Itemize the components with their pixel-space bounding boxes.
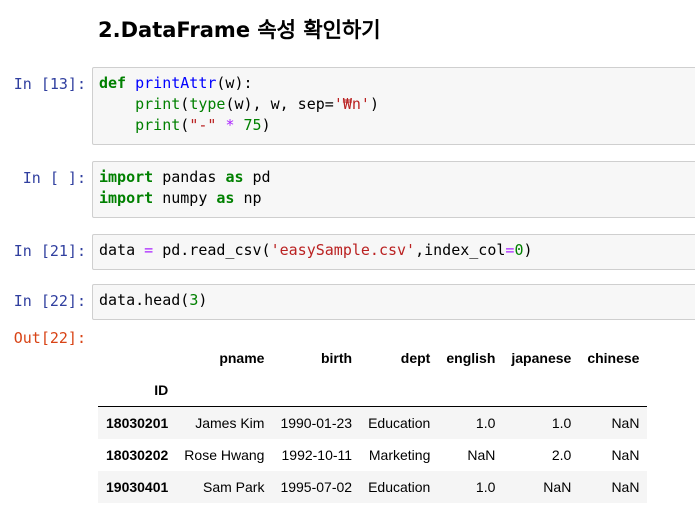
index-name: ID (98, 374, 177, 407)
dataframe-table: pname birth dept english japanese chines… (98, 342, 648, 503)
code-token: = (144, 241, 154, 259)
table-cell: Education (368, 415, 431, 431)
code-cell[interactable]: def printAttr(w): print(type(w), w, sep=… (92, 67, 695, 145)
code-line: print(type(w), w, sep='₩n') (99, 94, 695, 115)
table-cell: Marketing (368, 447, 431, 463)
table-cell: 1.0 (475, 479, 496, 495)
cell-prompt: In [ ]: (22, 169, 86, 187)
table-cell: NaN (467, 447, 496, 463)
table-cell: Rose Hwang (184, 447, 265, 463)
code-token: ) (523, 241, 533, 259)
code-token: data.head( (99, 291, 190, 309)
code-editor[interactable]: data.head(3) (99, 290, 695, 311)
table-cell: NaN (611, 415, 640, 431)
output-prompt: Out[22]: (13, 329, 86, 347)
code-line: data = pd.read_csv('easySample.csv',inde… (99, 240, 695, 261)
code-token: pd (243, 168, 271, 186)
code-token: type (189, 95, 226, 113)
code-token: pd.read_csv( (153, 241, 271, 259)
table-cell: NaN (611, 479, 640, 495)
table-row: 18030202 Rose Hwang 1992-10-11 Marketing… (98, 439, 647, 471)
column-header: english (446, 350, 496, 366)
table-cell: 1.0 (551, 415, 572, 431)
code-token: (w): (216, 74, 253, 92)
code-line: def printAttr(w): (99, 73, 695, 94)
code-line: data.head(3) (99, 290, 695, 311)
code-token: ( (180, 116, 190, 134)
code-editor[interactable]: data = pd.read_csv('easySample.csv',inde… (99, 240, 695, 261)
table-cell: 1992-10-11 (281, 447, 353, 463)
cell-prompt: In [22]: (13, 292, 86, 310)
code-token: import (99, 189, 154, 207)
table-cell: 1.0 (475, 415, 496, 431)
table-row: 18030201 James Kim 1990-01-23 Education … (98, 406, 648, 439)
code-token: ) (369, 95, 379, 113)
row-index: 18030202 (106, 447, 169, 463)
code-token: as (216, 189, 235, 207)
table-cell: NaN (611, 447, 640, 463)
table-cell: NaN (543, 479, 572, 495)
index-header-blank (98, 342, 176, 374)
cell-prompt: In [13]: (13, 75, 86, 93)
column-header: birth (320, 350, 353, 366)
code-token: (w), w, sep= (225, 95, 334, 113)
column-header: pname (219, 350, 265, 366)
code-line: print("-" * 75) (99, 115, 695, 136)
table-cell: Education (368, 479, 431, 495)
code-token: import (99, 168, 154, 186)
code-token: 3 (189, 291, 199, 309)
code-token: as (225, 168, 244, 186)
code-token: data (99, 241, 145, 259)
code-token: ) (261, 116, 271, 134)
code-token: print (135, 116, 181, 134)
code-token: printAttr (135, 74, 217, 92)
code-token: 'easySample.csv' (270, 241, 416, 259)
column-header: dept (400, 350, 431, 366)
code-cell[interactable]: data = pd.read_csv('easySample.csv',inde… (92, 234, 695, 270)
code-token: '₩n' (333, 95, 370, 113)
code-token: numpy (153, 189, 217, 207)
row-index: 19030401 (106, 479, 169, 495)
code-token: np (234, 189, 262, 207)
code-cell[interactable]: data.head(3) (92, 284, 695, 320)
code-line: import numpy as np (99, 188, 695, 209)
column-header: japanese (511, 350, 572, 366)
code-token: print (135, 95, 181, 113)
code-token: def (99, 74, 127, 92)
code-token: ,index_col (415, 241, 506, 259)
table-cell: James Kim (195, 415, 265, 431)
code-editor[interactable]: import pandas as pd import numpy as np (99, 167, 695, 209)
code-token: ) (198, 291, 208, 309)
code-token: 75 (243, 116, 262, 134)
code-token: ( (180, 95, 190, 113)
table-cell: 1990-01-23 (280, 415, 353, 431)
table-row: 19030401 Sam Park 1995-07-02 Education 1… (98, 471, 648, 503)
code-line: import pandas as pd (99, 167, 695, 188)
code-token: pandas (153, 168, 226, 186)
code-cell[interactable]: import pandas as pd import numpy as np (92, 161, 695, 218)
row-index: 18030201 (106, 415, 169, 431)
code-token: "-" (189, 116, 217, 134)
code-editor[interactable]: def printAttr(w): print(type(w), w, sep=… (99, 73, 695, 136)
column-header: chinese (587, 350, 640, 366)
cell-prompt: In [21]: (13, 242, 86, 260)
table-cell: Sam Park (202, 479, 265, 495)
table-cell: 1995-07-02 (280, 479, 353, 495)
section-heading: 2.DataFrame 속성 확인하기 (98, 18, 381, 42)
table-cell: 2.0 (551, 447, 572, 463)
